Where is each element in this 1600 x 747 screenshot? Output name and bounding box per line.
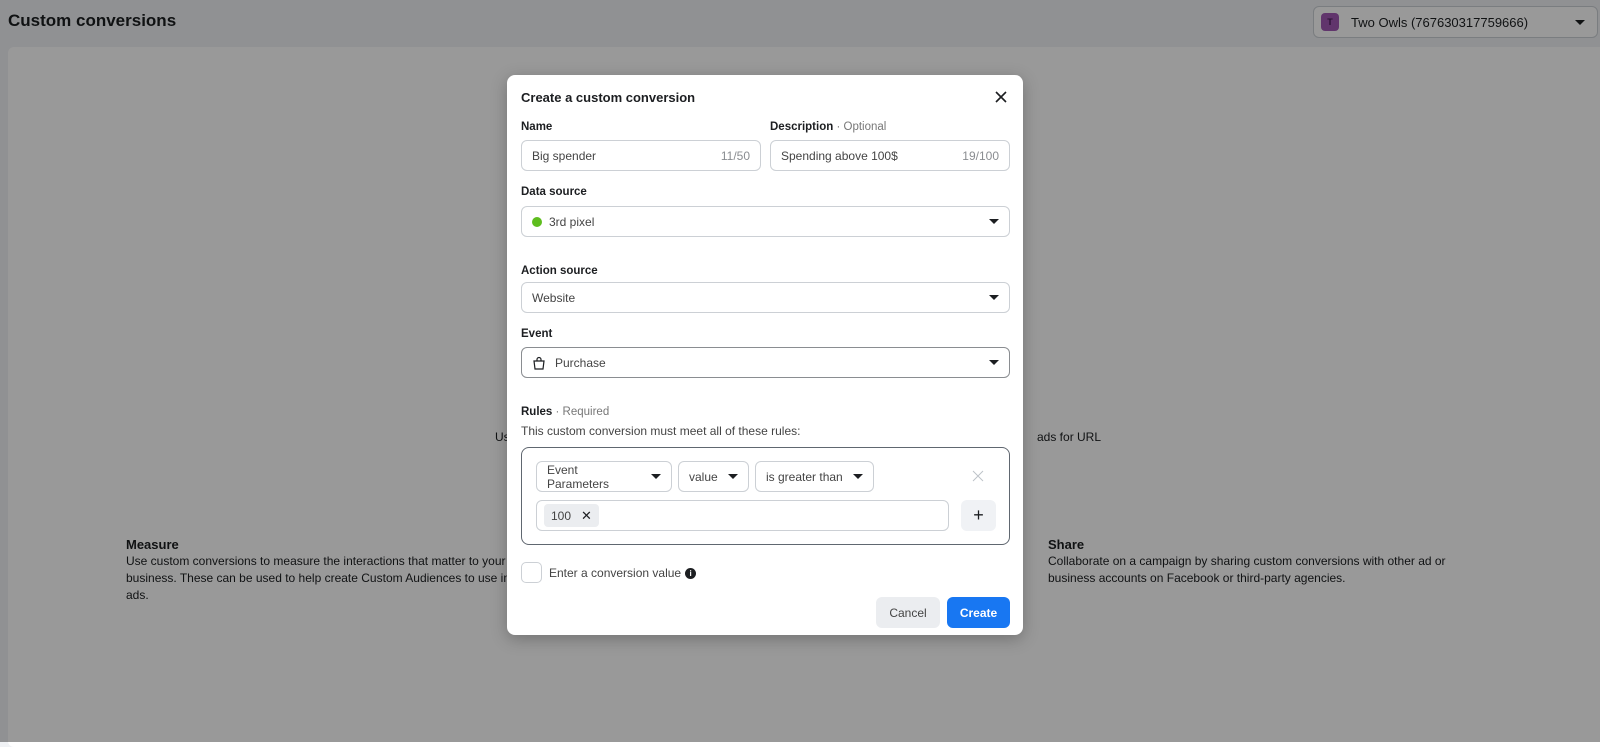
rule-value-input[interactable]: 100 ✕	[536, 500, 949, 531]
rules-label: Rules · Required	[521, 406, 609, 418]
chevron-down-icon	[989, 360, 999, 365]
event-select[interactable]: Purchase	[521, 347, 1010, 378]
operator-value: is greater than	[766, 469, 843, 484]
optional-tag: · Optional	[836, 121, 887, 133]
add-rule-button[interactable]: +	[961, 500, 996, 531]
description-char-count: 19/100	[962, 148, 999, 163]
chevron-down-icon	[989, 295, 999, 300]
chevron-down-icon	[852, 474, 863, 479]
event-value: Purchase	[555, 355, 606, 370]
chip-label: 100	[551, 508, 572, 523]
shopping-bag-icon	[533, 356, 545, 370]
plus-icon: +	[973, 505, 984, 525]
chevron-down-icon	[989, 219, 999, 224]
remove-chip-icon[interactable]: ✕	[581, 508, 592, 524]
conversion-value-checkbox[interactable]	[521, 562, 542, 583]
create-conversion-dialog: Create a custom conversion Name Big spen…	[507, 75, 1023, 635]
name-char-count: 11/50	[720, 148, 750, 163]
rules-label-text: Rules	[521, 406, 553, 418]
event-label: Event	[521, 328, 553, 340]
description-value: Spending above 100$	[781, 148, 898, 163]
description-label-text: Description	[770, 121, 834, 133]
data-source-label: Data source	[521, 186, 587, 198]
parameter-value: Event Parameters	[547, 462, 610, 491]
operator-select[interactable]: is greater than	[755, 461, 874, 492]
required-tag: · Required	[555, 406, 610, 418]
name-value: Big spender	[532, 148, 597, 163]
status-dot-icon	[532, 216, 542, 227]
conversion-value-row: Enter a conversion value i	[549, 566, 697, 580]
description-label: Description · Optional	[770, 121, 886, 133]
conversion-value-label: Enter a conversion value	[549, 566, 682, 580]
name-input[interactable]: Big spender 11/50	[521, 140, 761, 171]
rules-description: This custom conversion must meet all of …	[521, 424, 801, 438]
close-icon[interactable]	[993, 89, 1009, 105]
value-chip: 100 ✕	[544, 504, 599, 527]
chevron-down-icon	[727, 474, 738, 479]
dialog-title: Create a custom conversion	[521, 90, 696, 105]
name-label: Name	[521, 121, 553, 133]
data-source-select[interactable]: 3rd pixel	[521, 206, 1010, 237]
remove-rule-icon[interactable]	[972, 470, 984, 482]
field-select[interactable]: value	[678, 461, 749, 492]
info-icon[interactable]: i	[685, 567, 697, 579]
chevron-down-icon	[651, 474, 661, 479]
create-button[interactable]: Create	[947, 597, 1010, 628]
parameter-select[interactable]: Event Parameters	[536, 461, 672, 492]
description-input[interactable]: Spending above 100$ 19/100	[770, 140, 1010, 171]
field-value: value	[689, 469, 718, 484]
cancel-button[interactable]: Cancel	[876, 597, 940, 628]
action-source-label: Action source	[521, 265, 598, 277]
rule-box: Event Parameters value is greater than 1…	[521, 447, 1010, 545]
data-source-value: 3rd pixel	[549, 214, 595, 229]
action-source-value: Website	[532, 290, 576, 305]
action-source-select[interactable]: Website	[521, 282, 1010, 313]
